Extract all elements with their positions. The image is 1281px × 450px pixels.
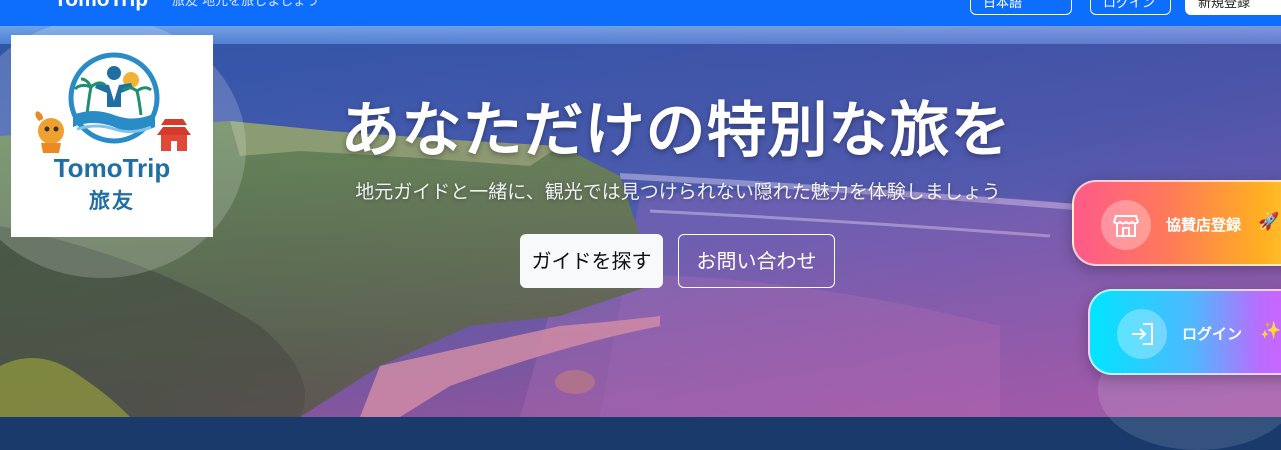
navbar-brand[interactable]: TomoTrip [54,0,148,12]
contact-button[interactable]: お問い合わせ [678,234,835,288]
logo-kanji: 旅友 [89,189,135,213]
find-guide-button[interactable]: ガイドを探す [520,234,663,288]
floating-login-button[interactable]: ログイン ✨ [1088,289,1281,375]
navbar-signup-button[interactable]: 新規登録 [1185,0,1281,15]
store-icon [1101,200,1151,250]
castle-icon [157,119,191,151]
navbar-tagline: 旅友 地元を旅しましょう [172,0,320,9]
rocket-emoji: 🚀 [1258,212,1280,232]
tomotrip-logo[interactable]: TomoTrip 旅友 [11,35,213,237]
sparkles-emoji: ✨ [1260,321,1281,341]
shisa-icon [35,111,64,153]
navbar-login-button[interactable]: ログイン [1090,0,1171,15]
partner-register-label: 協賛店登録 [1166,216,1242,234]
sign-in-icon [1117,309,1167,359]
language-button[interactable]: 日本語 [970,0,1072,15]
partner-register-button[interactable]: 協賛店登録 🚀 [1072,180,1281,266]
top-navbar: TomoTrip 旅友 地元を旅しましょう 日本語 ログイン 新規登録 [0,0,1281,26]
floating-login-label: ログイン [1182,325,1243,343]
logo-wordmark: TomoTrip [53,153,171,183]
